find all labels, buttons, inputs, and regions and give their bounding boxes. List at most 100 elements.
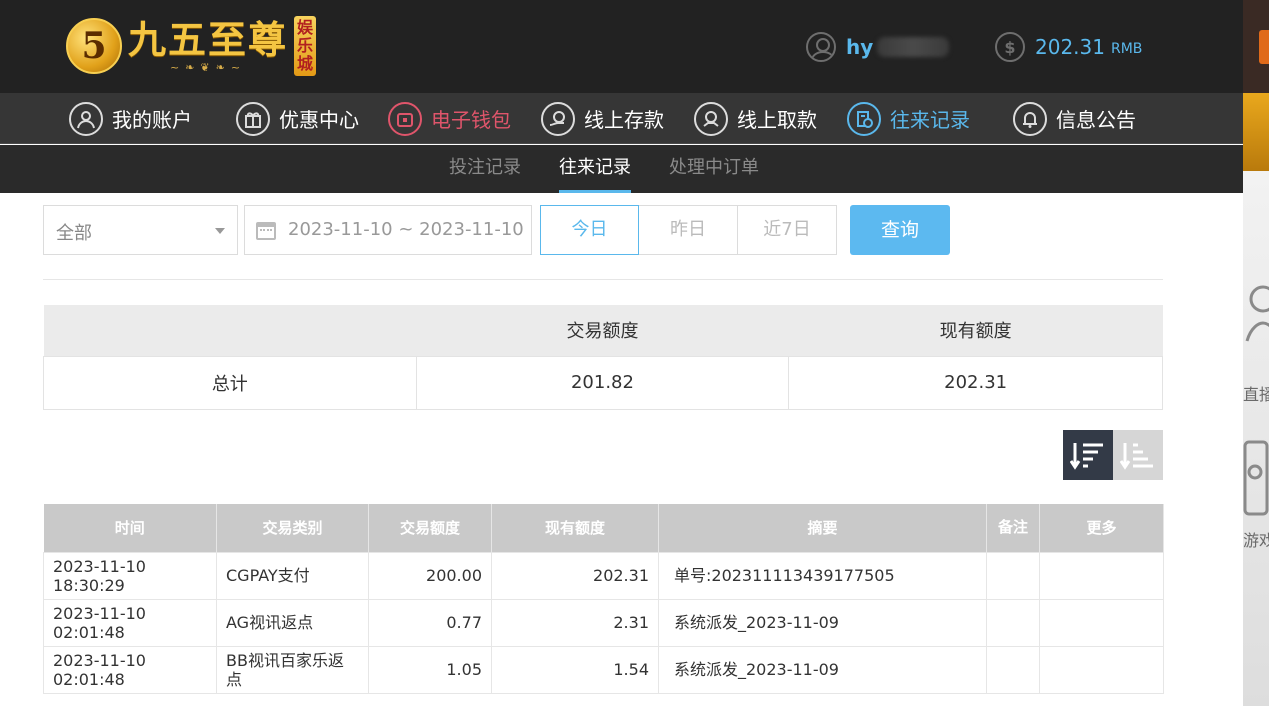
cell-note: [986, 645, 1040, 694]
cell-current: 202.31: [491, 551, 659, 600]
query-button[interactable]: 查询: [850, 205, 950, 255]
col-header-current[interactable]: 现有额度: [491, 504, 659, 552]
quick-7days-button[interactable]: 近7日: [738, 205, 837, 255]
transaction-type-select[interactable]: 全部: [43, 205, 238, 255]
username: hy: [846, 35, 874, 59]
col-header-summary[interactable]: 摘要: [658, 504, 987, 552]
user-icon: [69, 101, 103, 136]
nav-label: 往来记录: [890, 108, 970, 132]
divider: [43, 279, 1163, 280]
nav-label: 优惠中心: [279, 108, 359, 132]
cell-type: BB视讯百家乐返点: [216, 645, 369, 694]
coin-icon: $: [995, 32, 1025, 62]
top-header: 5 九五至尊 ~❧❦❧~ 娱 乐 城 hy $ 202.31 RMB: [0, 0, 1243, 93]
summary-total-amount: 201.82: [415, 355, 790, 410]
logo-text: 九五至尊 ~❧❦❧~: [128, 18, 288, 74]
cell-summary: 系统派发_2023-11-09: [658, 598, 987, 647]
user-icon: [806, 32, 836, 62]
user-info[interactable]: hy: [806, 31, 950, 63]
side-label-live[interactable]: 直播: [1243, 381, 1269, 405]
sort-desc-button[interactable]: [1063, 430, 1113, 480]
col-header-amount[interactable]: 交易额度: [368, 504, 492, 552]
cell-current: 2.31: [491, 598, 659, 647]
cell-summary: 单号:202311113439177505: [658, 551, 987, 600]
table-row: 2023-11-10 02:01:48 AG视讯返点 0.77 2.31 系统派…: [43, 598, 1164, 647]
tab-transaction-records[interactable]: 往来记录: [559, 145, 631, 193]
nav-promotions[interactable]: 优惠中心: [236, 93, 359, 144]
nav-my-account[interactable]: 我的账户: [69, 93, 192, 144]
table-row: 2023-11-10 02:01:48 BB视讯百家乐返点 1.05 1.54 …: [43, 645, 1164, 694]
gift-icon: [236, 101, 270, 136]
cell-more[interactable]: [1039, 645, 1164, 694]
sort-asc-icon: [1120, 443, 1153, 470]
summary-table: 交易额度 现有额度 总计 201.82 202.31: [43, 305, 1163, 410]
main-nav: 我的账户 优惠中心 电子钱包 线上存款 线上取款 往来记录 信息公告: [0, 93, 1243, 144]
nav-label: 信息公告: [1056, 108, 1136, 132]
col-header-note[interactable]: 备注: [986, 504, 1040, 552]
sort-asc-button[interactable]: [1113, 430, 1163, 480]
logo-tag: 娱 乐 城: [294, 16, 317, 76]
nav-online-deposit[interactable]: 线上存款: [541, 93, 664, 144]
sub-nav: 投注记录 往来记录 处理中订单: [0, 145, 1243, 193]
username-redacted: [877, 37, 950, 57]
balance-info: $ 202.31 RMB: [995, 31, 1142, 63]
tab-pending-orders[interactable]: 处理中订单: [669, 145, 759, 193]
records-table: 时间 交易类别 交易额度 现有额度 摘要 备注 更多 2023-11-10 18…: [43, 504, 1164, 694]
side-label-games[interactable]: 游戏: [1243, 527, 1269, 551]
live-dealer-icon[interactable]: [1243, 281, 1269, 361]
nav-transaction-records[interactable]: 往来记录: [847, 93, 970, 144]
quick-yesterday-button[interactable]: 昨日: [639, 205, 738, 255]
cell-time: 2023-11-10 02:01:48: [43, 645, 217, 694]
nav-e-wallet[interactable]: 电子钱包: [388, 93, 511, 144]
calendar-icon: [256, 222, 276, 240]
date-range-input[interactable]: 2023-11-10 ~ 2023-11-10: [244, 205, 532, 255]
nav-label: 线上存款: [584, 108, 664, 132]
cell-note: [986, 551, 1040, 600]
sort-desc-icon: [1070, 443, 1103, 470]
side-float-bar: 直播 游戏: [1243, 0, 1269, 706]
balance-amount: 202.31: [1035, 35, 1105, 59]
wallet-icon: [388, 101, 422, 136]
col-header-type[interactable]: 交易类别: [216, 504, 369, 552]
deposit-icon: [541, 101, 575, 136]
logo-tag-char: 城: [297, 54, 314, 73]
cell-note: [986, 598, 1040, 647]
game-icon[interactable]: [1243, 436, 1269, 516]
side-panel: 直播 游戏: [1243, 171, 1269, 706]
tab-bet-records[interactable]: 投注记录: [449, 145, 521, 193]
summary-total-label: 总计: [43, 355, 417, 410]
col-header-time[interactable]: 时间: [43, 504, 217, 552]
caret-down-icon: [215, 228, 225, 234]
cell-current: 1.54: [491, 645, 659, 694]
side-gold-banner[interactable]: [1243, 93, 1269, 171]
cell-time: 2023-11-10 18:30:29: [43, 551, 217, 600]
nav-online-withdraw[interactable]: 线上取款: [694, 93, 817, 144]
withdraw-icon: [694, 101, 728, 136]
logo-tag-char: 乐: [297, 36, 314, 55]
date-range-value: 2023-11-10 ~ 2023-11-10: [288, 219, 524, 240]
select-value: 全部: [56, 223, 92, 244]
cell-more[interactable]: [1039, 598, 1164, 647]
nav-announcements[interactable]: 信息公告: [1013, 93, 1136, 144]
cell-amount: 200.00: [368, 551, 492, 600]
site-logo[interactable]: 5 九五至尊 ~❧❦❧~ 娱 乐 城: [66, 12, 317, 80]
logo-ornament: ~❧❦❧~: [169, 60, 247, 74]
cell-amount: 1.05: [368, 645, 492, 694]
summary-header-current: 现有额度: [788, 305, 1163, 356]
balance-unit: RMB: [1110, 41, 1143, 57]
records-icon: [847, 101, 881, 136]
summary-header-row: 交易额度 现有额度: [43, 305, 1163, 356]
side-top-tab[interactable]: [1259, 30, 1269, 64]
nav-label: 电子钱包: [431, 108, 511, 132]
nav-label: 线上取款: [737, 108, 817, 132]
nav-label: 我的账户: [112, 108, 192, 132]
bell-icon: [1013, 101, 1047, 136]
quick-today-button[interactable]: 今日: [540, 205, 639, 255]
cell-more[interactable]: [1039, 551, 1164, 600]
summary-header-amount: 交易额度: [416, 305, 789, 356]
col-header-more[interactable]: 更多: [1039, 504, 1164, 552]
cell-amount: 0.77: [368, 598, 492, 647]
cell-time: 2023-11-10 02:01:48: [43, 598, 217, 647]
summary-total-row: 总计 201.82 202.31: [43, 355, 1163, 410]
cell-summary: 系统派发_2023-11-09: [658, 645, 987, 694]
